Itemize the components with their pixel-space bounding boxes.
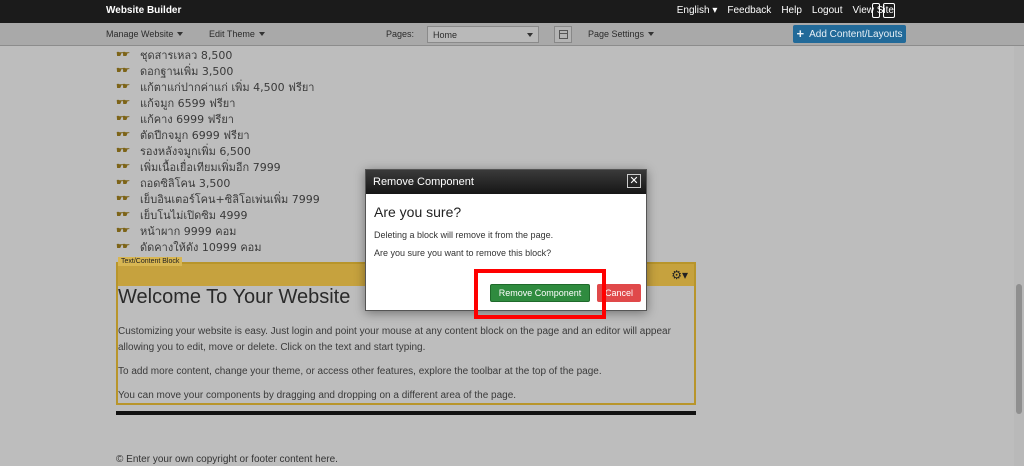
pointing-hand-icon: ☛☛ <box>116 130 130 140</box>
top-links: English ▾ Feedback Help Logout View Site <box>677 5 894 16</box>
brand-title: Website Builder <box>106 5 182 16</box>
add-content-button[interactable]: + Add Content/Layouts <box>793 25 906 43</box>
list-item: ☛☛ ดัดคางให้ดัง 10999 คอม <box>116 239 320 255</box>
list-item: ☛☛ ถอดซิลิโคน 3,500 <box>116 175 320 191</box>
pages-label-text: Pages: <box>386 29 415 39</box>
pointing-hand-icon: ☛☛ <box>116 82 130 92</box>
list-item: ☛☛ รองหลังจมูกเพิ่ม 6,500 <box>116 143 320 159</box>
editor-toolbar: Manage Website Edit Theme Pages: Home Pa… <box>0 23 1024 46</box>
pointing-hand-icon: ☛☛ <box>116 114 130 124</box>
block-tag: Text/Content Block <box>118 257 183 266</box>
footer-text: © Enter your own copyright or footer con… <box>116 454 338 465</box>
chevron-down-icon <box>527 33 533 37</box>
pages-label: Pages: <box>386 29 414 39</box>
help-link[interactable]: Help <box>781 5 802 16</box>
list-item-text: ดัดคางให้ดัง 10999 คอม <box>140 241 262 254</box>
block-paragraph-3: You can move your components by dragging… <box>118 390 517 401</box>
close-icon[interactable]: ✕ <box>627 174 641 188</box>
manage-website-menu[interactable]: Manage Website <box>106 29 184 39</box>
device-preview <box>872 3 895 18</box>
edit-theme-menu[interactable]: Edit Theme <box>209 29 265 39</box>
list-item: ☛☛ ดอกฐานเพิ่ม 3,500 <box>116 63 320 79</box>
plus-icon: + <box>796 26 805 41</box>
pointing-hand-icon: ☛☛ <box>116 210 130 220</box>
pointing-hand-icon: ☛☛ <box>116 98 130 108</box>
dialog-title: Remove Component <box>373 176 474 188</box>
list-item: ☛☛ แก้คาง 6999 ฟรียา <box>116 111 320 127</box>
scrollbar-thumb[interactable] <box>1016 284 1022 414</box>
highlight-box <box>474 269 606 319</box>
logout-link[interactable]: Logout <box>812 5 843 16</box>
list-item: ☛☛ แก้ตาแก่ปากค่าแก่ เพิ่ม 4,500 ฟรียา <box>116 79 320 95</box>
pointing-hand-icon: ☛☛ <box>116 242 130 252</box>
dialog-message-1: Deleting a block will remove it from the… <box>374 230 554 240</box>
pointing-hand-icon: ☛☛ <box>116 226 130 236</box>
list-item: ☛☛ ตัดปีกจมูก 6999 ฟรียา <box>116 127 320 143</box>
language-label: English <box>676 5 710 16</box>
pointing-hand-icon: ☛☛ <box>116 50 130 60</box>
edit-theme-label: Edit Theme <box>209 29 255 39</box>
list-item: ☛☛ เย็บอินเตอร์โคน+ซิลิโอเพ่นเพิ่ม 7999 <box>116 191 320 207</box>
tablet-icon[interactable] <box>883 3 895 18</box>
pointing-hand-icon: ☛☛ <box>116 178 130 188</box>
list-item: ☛☛ ชุดสารเหลว 8,500 <box>116 47 320 63</box>
list-item: ☛☛ เพิ่มเนื้อเยื่อเทียมเพิ่มอีก 7999 <box>116 159 320 175</box>
pointing-hand-icon: ☛☛ <box>116 162 130 172</box>
phone-icon[interactable] <box>872 3 880 18</box>
pages-select[interactable]: Home <box>427 26 539 43</box>
chevron-down-icon <box>177 32 184 36</box>
price-list: ☛☛ ชุดสารเหลว 8,500 ☛☛ ดอกฐานเพิ่ม 3,500 ☛☛ แ… <box>116 47 320 255</box>
divider <box>116 411 696 415</box>
pointing-hand-icon: ☛☛ <box>116 194 130 204</box>
chevron-down-icon: ▾ <box>712 5 718 16</box>
list-item: ☛☛ หน้าผาก 9999 คอม <box>116 223 320 239</box>
page-scrollbar[interactable] <box>1014 46 1024 466</box>
list-item: ☛☛ แก้จมูก 6599 ฟรียา <box>116 95 320 111</box>
block-paragraph-1: Customizing your website is easy. Just l… <box>118 326 671 353</box>
page-settings-label: Page Settings <box>588 29 645 39</box>
chevron-down-icon <box>258 32 265 36</box>
top-bar: Website Builder English ▾ Feedback Help … <box>0 0 1024 23</box>
block-paragraph-2: To add more content, change your theme, … <box>118 366 602 377</box>
page-layout-button[interactable] <box>554 26 572 43</box>
dialog-message-2: Are you sure you want to remove this blo… <box>374 248 552 258</box>
pointing-hand-icon: ☛☛ <box>116 66 130 76</box>
layout-icon <box>559 30 568 39</box>
add-content-label: Add Content/Layouts <box>809 28 903 40</box>
manage-website-label: Manage Website <box>106 29 174 39</box>
pointing-hand-icon: ☛☛ <box>116 146 130 156</box>
welcome-heading: Welcome To Your Website <box>118 286 351 308</box>
gear-icon[interactable]: ⚙▾ <box>671 268 688 282</box>
list-item: ☛☛ เย็บโนไม่เปิดซิม 4999 <box>116 207 320 223</box>
pages-select-value: Home <box>433 30 458 40</box>
page-settings-menu[interactable]: Page Settings <box>588 29 655 39</box>
language-link[interactable]: English ▾ <box>677 5 718 16</box>
feedback-link[interactable]: Feedback <box>727 5 771 16</box>
dialog-header: Remove Component ✕ <box>366 170 646 194</box>
chevron-down-icon <box>648 32 655 36</box>
dialog-heading: Are you sure? <box>374 204 462 220</box>
